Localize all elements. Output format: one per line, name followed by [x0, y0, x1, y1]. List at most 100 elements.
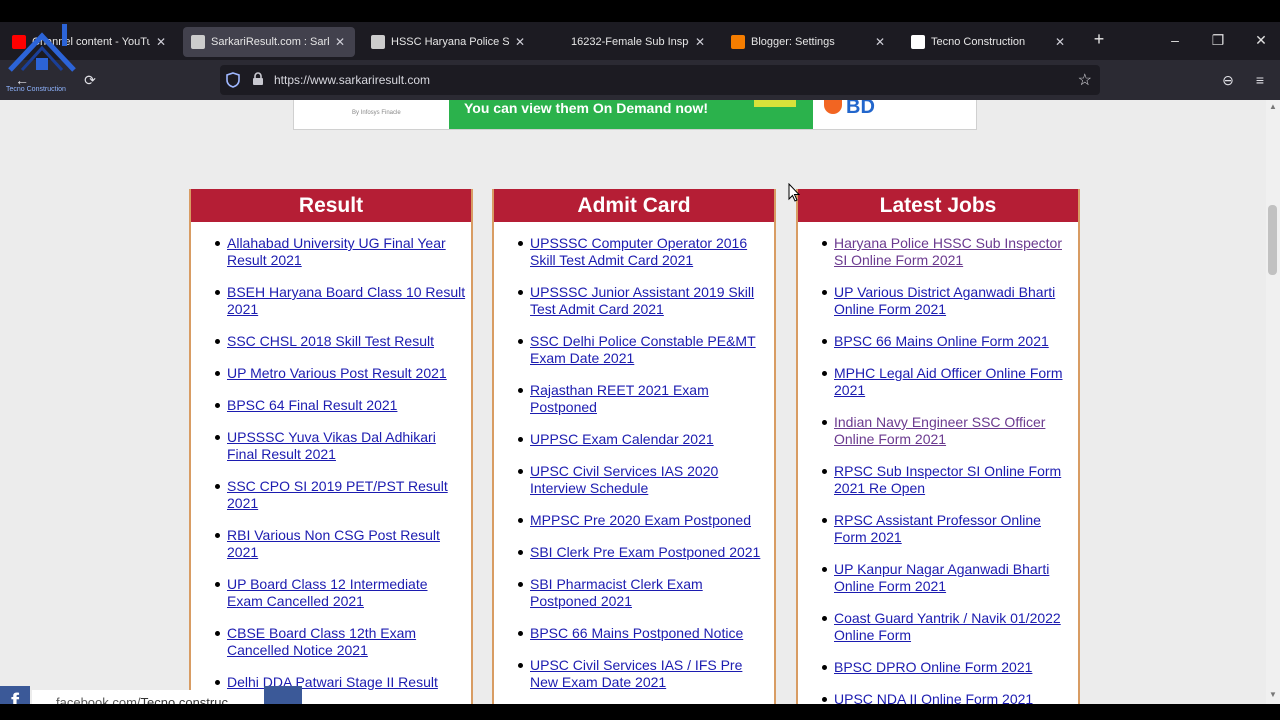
list-item: SBI Clerk Pre Exam Postponed 2021 — [494, 544, 774, 561]
list-item-link[interactable]: Allahabad University UG Final Year Resul… — [227, 235, 446, 268]
latest-jobs-heading: Latest Jobs — [798, 189, 1078, 222]
logo-caption: Tecno Construction — [6, 86, 66, 93]
pocket-icon[interactable]: ⊖ — [1218, 70, 1238, 90]
tab-close-icon[interactable]: ✕ — [693, 35, 707, 49]
latest-jobs-column: Latest Jobs Haryana Police HSSC Sub Insp… — [796, 189, 1080, 704]
list-item-link[interactable]: Indian Navy Engineer SSC Officer Online … — [834, 414, 1045, 447]
address-bar[interactable]: https://www.sarkariresult.com ☆ — [220, 65, 1100, 95]
browser-tab[interactable]: 16232-Female Sub Inspector ✕ — [543, 27, 715, 57]
list-item: Indian Navy Engineer SSC Officer Online … — [798, 414, 1078, 448]
list-item-link[interactable]: RPSC Sub Inspector SI Online Form 2021 R… — [834, 463, 1061, 496]
scroll-down-icon[interactable]: ▼ — [1268, 690, 1278, 700]
list-item-link[interactable]: BPSC 64 Final Result 2021 — [227, 397, 397, 413]
tab-close-icon[interactable]: ✕ — [154, 35, 168, 49]
list-item-link[interactable]: UPSC Civil Services IAS 2020 Interview S… — [530, 463, 718, 496]
list-item-link[interactable]: UPSSSC Junior Assistant 2019 Skill Test … — [530, 284, 754, 317]
ad-green-panel[interactable]: You can view them On Demand now! — [449, 100, 813, 129]
list-item-link[interactable]: UPSC Civil Services IAS / IFS Pre New Ex… — [530, 657, 742, 690]
browser-tab[interactable]: HSSC Haryana Police Sub Inspector ✕ — [363, 27, 535, 57]
list-item-link[interactable]: SSC Delhi Police Constable PE&MT Exam Da… — [530, 333, 756, 366]
tab-favicon-icon — [551, 35, 565, 49]
list-item-link[interactable]: UP Metro Various Post Result 2021 — [227, 365, 447, 381]
tab-title: 16232-Female Sub Inspector — [571, 36, 689, 48]
list-item-link[interactable]: UP Kanpur Nagar Aganwadi Bharti Online F… — [834, 561, 1049, 594]
ad-banner[interactable]: By Infosys Finacle You can view them On … — [293, 100, 977, 130]
list-item-link[interactable]: CBSE Board Class 12th Exam Cancelled Not… — [227, 625, 416, 658]
tab-close-icon[interactable]: ✕ — [333, 35, 347, 49]
result-column: Result Allahabad University UG Final Yea… — [189, 189, 473, 704]
url-text[interactable]: https://www.sarkariresult.com — [274, 73, 430, 87]
list-item: BPSC 64 Final Result 2021 — [191, 397, 471, 414]
latest-jobs-list: Haryana Police HSSC Sub Inspector SI Onl… — [798, 235, 1078, 704]
tab-title: Tecno Construction — [931, 36, 1026, 48]
list-item-link[interactable]: UPSSSC Computer Operator 2016 Skill Test… — [530, 235, 747, 268]
list-item-link[interactable]: SSC CPO SI 2019 PET/PST Result 2021 — [227, 478, 448, 511]
tab-close-icon[interactable]: ✕ — [873, 35, 887, 49]
list-item: SSC Delhi Police Constable PE&MT Exam Da… — [494, 333, 774, 367]
list-item: UPSSSC Junior Assistant 2019 Skill Test … — [494, 284, 774, 318]
list-item: Haryana Police HSSC Sub Inspector SI Onl… — [798, 235, 1078, 269]
scrollbar-thumb[interactable] — [1268, 205, 1277, 275]
tab-title: SarkariResult.com : Sarkari Result — [211, 36, 329, 48]
scrollbar-track[interactable] — [1266, 100, 1280, 704]
list-item: MPHC Legal Aid Officer Online Form 2021 — [798, 365, 1078, 399]
list-item: SSC CPO SI 2019 PET/PST Result 2021 — [191, 478, 471, 512]
bottom-bar — [0, 704, 1280, 720]
browser-window: Channel content - YouTube✕SarkariResult.… — [0, 0, 1280, 720]
tab-close-icon[interactable]: ✕ — [513, 35, 527, 49]
list-item-link[interactable]: BSEH Haryana Board Class 10 Result 2021 — [227, 284, 465, 317]
bookmark-star-icon[interactable]: ☆ — [1078, 70, 1092, 90]
tab-favicon-icon — [191, 35, 205, 49]
list-item-link[interactable]: RBI Various Non CSG Post Result 2021 — [227, 527, 440, 560]
list-item: UPSSSC Computer Operator 2016 Skill Test… — [494, 235, 774, 269]
list-item-link[interactable]: BPSC DPRO Online Form 2021 — [834, 659, 1032, 675]
close-window-button[interactable]: ✕ — [1246, 28, 1276, 52]
list-item: UP Kanpur Nagar Aganwadi Bharti Online F… — [798, 561, 1078, 595]
browser-tab[interactable]: Tecno Construction ✕ — [903, 27, 1075, 57]
browser-tab[interactable]: Blogger: Settings ✕ — [723, 27, 895, 57]
list-item-link[interactable]: Delhi DDA Patwari Stage II Result — [227, 674, 438, 690]
browser-tab[interactable]: SarkariResult.com : Sarkari Result ✕ — [183, 27, 355, 57]
list-item: UP Board Class 12 Intermediate Exam Canc… — [191, 576, 471, 610]
list-item-link[interactable]: UPPSC Exam Calendar 2021 — [530, 431, 714, 447]
tab-title: HSSC Haryana Police Sub Inspector — [391, 36, 509, 48]
scroll-up-icon[interactable]: ▲ — [1268, 103, 1278, 111]
list-item: SBI Pharmacist Clerk Exam Postponed 2021 — [494, 576, 774, 610]
list-item-link[interactable]: Haryana Police HSSC Sub Inspector SI Onl… — [834, 235, 1062, 268]
list-item-link[interactable]: UP Various District Aganwadi Bharti Onli… — [834, 284, 1055, 317]
list-item: UPPSC Exam Calendar 2021 — [494, 431, 774, 448]
list-item: UPSC NDA II Online Form 2021 — [798, 691, 1078, 704]
menu-icon[interactable]: ≡ — [1250, 70, 1270, 90]
new-tab-button[interactable]: + — [1088, 28, 1110, 52]
list-item-link[interactable]: UP Board Class 12 Intermediate Exam Canc… — [227, 576, 428, 609]
list-item-link[interactable]: Coast Guard Yantrik / Navik 01/2022 Onli… — [834, 610, 1061, 643]
ad-brand: BD — [846, 100, 875, 118]
list-item-link[interactable]: UPSC NDA II Online Form 2021 — [834, 691, 1033, 704]
shield-icon[interactable] — [226, 72, 242, 88]
minimize-button[interactable]: – — [1160, 28, 1190, 52]
lock-icon[interactable] — [252, 72, 266, 88]
list-item: UP Metro Various Post Result 2021 — [191, 365, 471, 382]
list-item-link[interactable]: MPPSC Pre 2020 Exam Postponed — [530, 512, 751, 528]
list-item-link[interactable]: SBI Pharmacist Clerk Exam Postponed 2021 — [530, 576, 703, 609]
web-page: By Infosys Finacle You can view them On … — [0, 100, 1266, 704]
list-item-link[interactable]: RPSC Assistant Professor Online Form 202… — [834, 512, 1041, 545]
list-item: Delhi DDA Patwari Stage II Result — [191, 674, 471, 691]
list-item-link[interactable]: SBI Clerk Pre Exam Postponed 2021 — [530, 544, 760, 560]
list-item-link[interactable]: SSC CHSL 2018 Skill Test Result — [227, 333, 434, 349]
list-item: UPSC Civil Services IAS / IFS Pre New Ex… — [494, 657, 774, 691]
list-item: CBSE Board Class 12th Exam Cancelled Not… — [191, 625, 471, 659]
list-item-link[interactable]: UPSSSC Yuva Vikas Dal Adhikari Final Res… — [227, 429, 436, 462]
ad-yellow-strip — [754, 100, 796, 107]
admit-card-list: UPSSSC Computer Operator 2016 Skill Test… — [494, 235, 774, 704]
list-item: BPSC DPRO Online Form 2021 — [798, 659, 1078, 676]
result-list: Allahabad University UG Final Year Resul… — [191, 235, 471, 704]
list-item-link[interactable]: BPSC 66 Mains Postponed Notice — [530, 625, 743, 641]
list-item-link[interactable]: Rajasthan REET 2021 Exam Postponed — [530, 382, 709, 415]
list-item-link[interactable]: MPHC Legal Aid Officer Online Form 2021 — [834, 365, 1063, 398]
tab-close-icon[interactable]: ✕ — [1053, 35, 1067, 49]
admit-card-column: Admit Card UPSSSC Computer Operator 2016… — [492, 189, 776, 704]
restore-button[interactable]: ❐ — [1203, 28, 1233, 52]
list-item-link[interactable]: BPSC 66 Mains Online Form 2021 — [834, 333, 1049, 349]
list-item: RPSC Assistant Professor Online Form 202… — [798, 512, 1078, 546]
